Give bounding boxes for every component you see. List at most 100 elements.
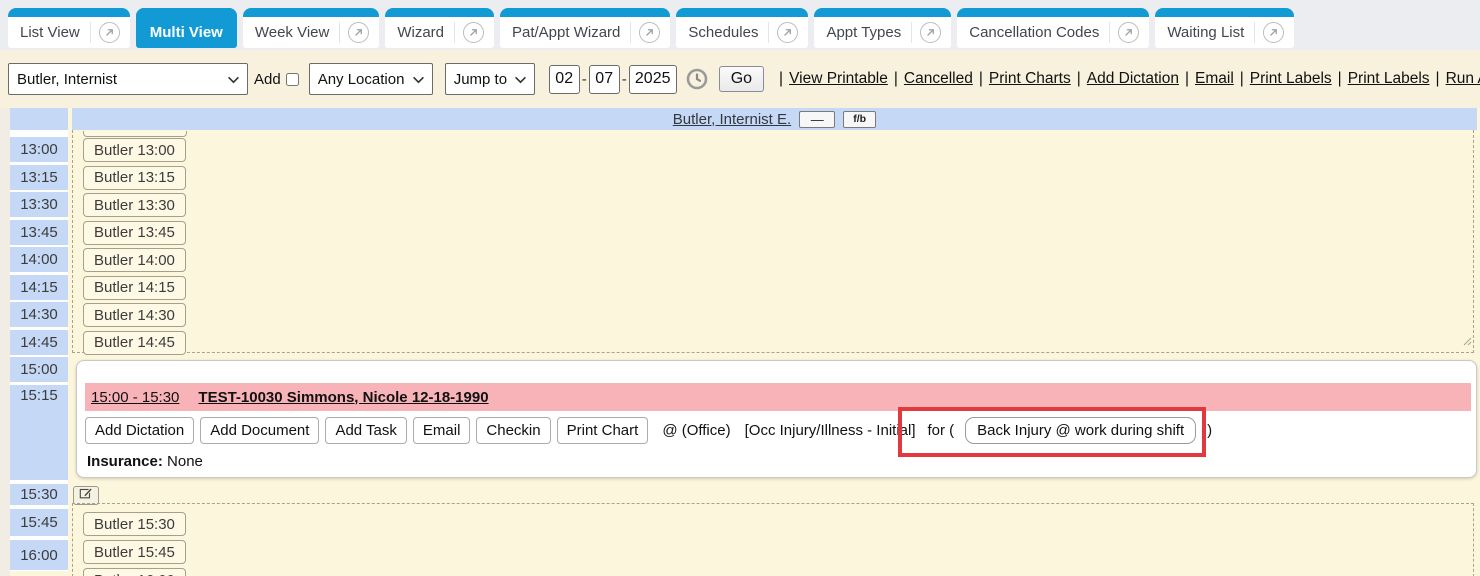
left-margin xyxy=(0,108,10,576)
time-label-13-30: 13:30 xyxy=(10,192,68,217)
time-label-14-00: 14:00 xyxy=(10,247,68,272)
appointment-time-link[interactable]: 15:00 - 15:30 xyxy=(91,389,179,406)
popout-icon[interactable] xyxy=(90,22,128,43)
time-label-15-00: 15:00 xyxy=(10,357,68,382)
tab-cancellation-codes[interactable]: Cancellation Codes xyxy=(957,8,1149,48)
slot-button-15-30[interactable]: Butler 15:30 xyxy=(83,512,186,536)
tab-pat-appt-wizard[interactable]: Pat/Appt Wizard xyxy=(500,8,670,48)
link-run-all[interactable]: Run Al xyxy=(1446,70,1480,88)
tab-waiting-list[interactable]: Waiting List xyxy=(1155,8,1294,48)
clock-icon[interactable] xyxy=(685,67,709,91)
date-separator: - xyxy=(622,71,627,88)
tab-label: Wizard xyxy=(397,24,454,41)
slot-button-14-00[interactable]: Butler 14:00 xyxy=(83,248,186,272)
link-email[interactable]: Email xyxy=(1195,70,1234,88)
chevron-down-icon xyxy=(514,71,527,88)
tab-schedules[interactable]: Schedules xyxy=(676,8,808,48)
header-corner-cell xyxy=(10,108,68,130)
tab-label: Multi View xyxy=(150,24,223,41)
location-select[interactable]: Any Location xyxy=(309,63,433,95)
date-day-input[interactable] xyxy=(589,65,620,94)
collapse-column-button[interactable]: — xyxy=(799,111,835,128)
popout-icon[interactable] xyxy=(911,22,949,43)
date-year-input[interactable] xyxy=(629,65,677,94)
add-dictation-button[interactable]: Add Dictation xyxy=(85,417,194,444)
slot-button-15-45[interactable]: Butler 15:45 xyxy=(83,540,186,564)
multi-view-page: List View Multi View Week View Wizard xyxy=(0,0,1480,576)
link-view-printable[interactable]: View Printable xyxy=(789,70,888,88)
popout-icon[interactable] xyxy=(1109,22,1147,43)
link-cancelled[interactable]: Cancelled xyxy=(904,70,973,88)
tab-body: Waiting List xyxy=(1155,17,1294,48)
time-label-14-30: 14:30 xyxy=(10,302,68,327)
resize-corner-icon[interactable] xyxy=(1463,333,1472,351)
location-select-value: Any Location xyxy=(318,71,405,88)
reason-suffix-text: ) xyxy=(1207,422,1212,439)
tab-cap xyxy=(1155,8,1294,17)
insurance-line: Insurance: None xyxy=(87,453,203,470)
toolbar-links: | View Printable | Cancelled | Print Cha… xyxy=(773,70,1480,88)
slot-button-14-30[interactable]: Butler 14:30 xyxy=(83,303,186,327)
add-label: Add xyxy=(254,71,281,88)
tab-body: List View xyxy=(8,17,130,48)
tab-cap xyxy=(243,8,379,17)
slot-button-14-15[interactable]: Butler 14:15 xyxy=(83,276,186,300)
slot-button-13-15[interactable]: Butler 13:15 xyxy=(83,166,186,190)
date-separator: - xyxy=(582,71,587,88)
print-chart-button[interactable]: Print Chart xyxy=(557,417,649,444)
time-label-15-30: 15:30 xyxy=(10,484,68,505)
popout-icon[interactable] xyxy=(630,22,668,43)
arrow-up-right-icon xyxy=(1118,22,1139,43)
popout-icon[interactable] xyxy=(1254,22,1292,43)
appointment-patient-link[interactable]: TEST-10030 Simmons, Nicole 12-18-1990 xyxy=(198,389,488,406)
checkin-button[interactable]: Checkin xyxy=(476,417,550,444)
tab-appt-types[interactable]: Appt Types xyxy=(814,8,951,48)
add-checkbox[interactable] xyxy=(286,72,299,87)
date-month-input[interactable] xyxy=(549,65,580,94)
chevron-down-icon xyxy=(412,71,425,88)
insurance-label: Insurance: xyxy=(87,453,163,470)
tab-label: Schedules xyxy=(688,24,768,41)
tab-cap xyxy=(957,8,1149,17)
link-separator: | xyxy=(1436,70,1440,88)
toolbar: Butler, Internist Add Any Location Jump … xyxy=(0,50,1480,108)
appointment-reason-box[interactable]: Back Injury @ work during shift xyxy=(965,417,1196,444)
tab-list-view[interactable]: List View xyxy=(8,8,130,48)
slot-button-13-00[interactable]: Butler 13:00 xyxy=(83,138,186,162)
tab-body: Multi View xyxy=(136,17,237,48)
reason-prefix-text: for ( xyxy=(928,422,955,439)
link-separator: | xyxy=(1240,70,1244,88)
arrow-up-right-icon xyxy=(348,22,369,43)
popout-icon[interactable] xyxy=(339,22,377,43)
provider-select[interactable]: Butler, Internist xyxy=(8,63,248,95)
add-document-button[interactable]: Add Document xyxy=(200,417,319,444)
appointment-header-bar: 15:00 - 15:30 TEST-10030 Simmons, Nicole… xyxy=(85,383,1471,411)
popout-icon[interactable] xyxy=(454,22,492,43)
provider-header-link[interactable]: Butler, Internist E. xyxy=(673,111,791,128)
tab-multi-view[interactable]: Multi View xyxy=(136,8,237,48)
email-button[interactable]: Email xyxy=(413,417,471,444)
popout-icon[interactable] xyxy=(768,22,806,43)
add-task-button[interactable]: Add Task xyxy=(325,417,406,444)
slot-button-13-30[interactable]: Butler 13:30 xyxy=(83,193,186,217)
arrow-up-right-icon xyxy=(920,22,941,43)
slot-button-13-45[interactable]: Butler 13:45 xyxy=(83,221,186,245)
link-print-labels[interactable]: Print Labels xyxy=(1250,70,1332,88)
open-slot-zone-bottom xyxy=(72,503,1474,576)
link-print-charts[interactable]: Print Charts xyxy=(989,70,1071,88)
tab-label: Waiting List xyxy=(1167,24,1254,41)
slot-button-16-00[interactable]: Butler 16:00 xyxy=(83,568,186,576)
tab-wizard[interactable]: Wizard xyxy=(385,8,494,48)
tab-body: Pat/Appt Wizard xyxy=(500,17,670,48)
slot-button-14-45[interactable]: Butler 14:45 xyxy=(83,331,186,355)
tab-label: Cancellation Codes xyxy=(969,24,1109,41)
tab-week-view[interactable]: Week View xyxy=(243,8,379,48)
time-label-13-45: 13:45 xyxy=(10,220,68,245)
go-button[interactable]: Go xyxy=(719,66,764,92)
slot-button-partial[interactable] xyxy=(83,131,187,137)
link-print-labels-2[interactable]: Print Labels xyxy=(1348,70,1430,88)
tab-body: Week View xyxy=(243,17,379,48)
link-add-dictation[interactable]: Add Dictation xyxy=(1087,70,1179,88)
fb-button[interactable]: f/b xyxy=(843,111,876,128)
jump-to-select[interactable]: Jump to xyxy=(445,63,535,95)
